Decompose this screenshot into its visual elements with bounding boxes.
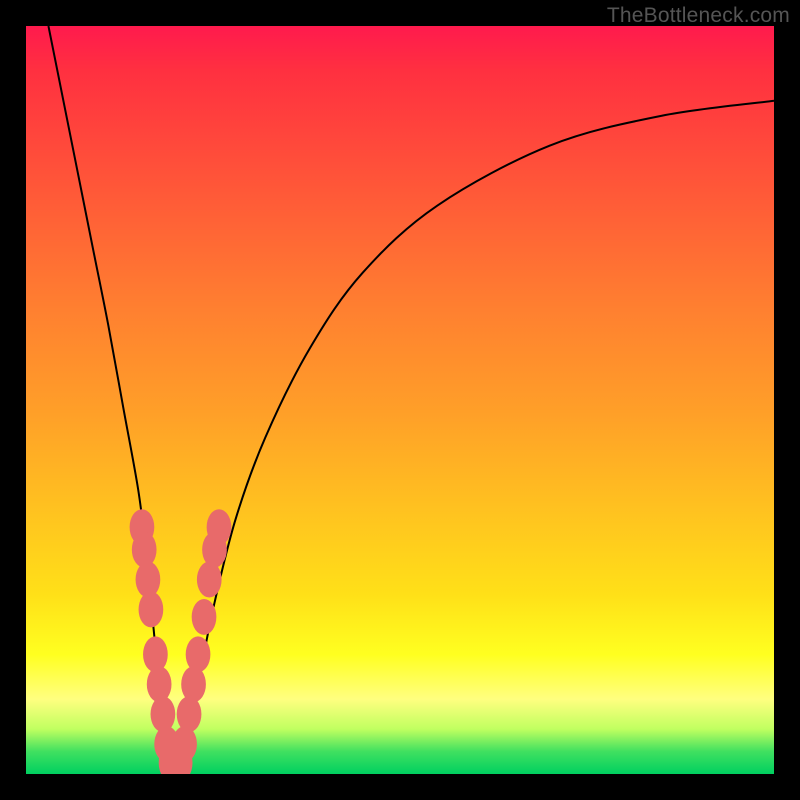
- curve-marker: [177, 696, 202, 732]
- curve-marker: [172, 726, 197, 762]
- plot-area: [26, 26, 774, 774]
- curve-marker: [207, 509, 232, 545]
- curve-marker: [151, 696, 176, 732]
- curve-marker: [139, 591, 164, 627]
- curve-marker: [181, 666, 206, 702]
- curve-marker: [143, 636, 168, 672]
- curve-markers: [130, 509, 232, 774]
- curve-marker: [132, 532, 157, 568]
- curve-marker: [186, 636, 211, 672]
- watermark-text: TheBottleneck.com: [607, 4, 790, 28]
- curve-marker: [197, 562, 222, 598]
- bottleneck-curve: [26, 26, 774, 774]
- curve-marker: [147, 666, 172, 702]
- curve-marker: [192, 599, 217, 635]
- chart-frame: TheBottleneck.com: [0, 0, 800, 800]
